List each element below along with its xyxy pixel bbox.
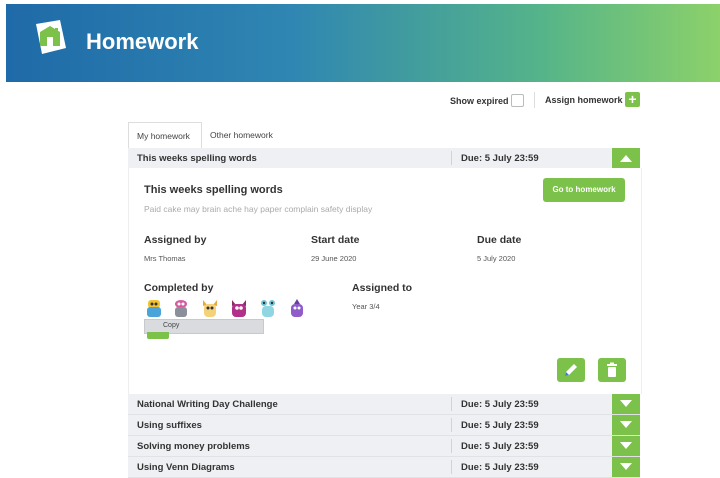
start-date-value: 29 June 2020 <box>311 254 357 263</box>
assigned-to-label: Assigned to <box>352 282 413 294</box>
chevron-down-icon <box>620 421 632 428</box>
homework-row[interactable]: National Writing Day Challenge Due: 5 Ju… <box>128 394 640 415</box>
homework-row[interactable]: Using Venn Diagrams Due: 5 July 23:59 <box>128 457 640 478</box>
due-date-label: Due date <box>477 234 522 246</box>
row-divider <box>451 397 452 411</box>
copy-button[interactable] <box>147 332 169 339</box>
assigned-by-value: Mrs Thomas <box>144 254 186 263</box>
expand-button[interactable] <box>612 415 640 435</box>
homework-due: Due: 5 July 23:59 <box>461 420 539 431</box>
toolbar-divider <box>534 92 535 108</box>
toolbar: Show expired Assign homework + <box>0 92 720 112</box>
due-date-value: 5 July 2020 <box>477 254 516 263</box>
homework-house-icon <box>36 20 66 54</box>
homework-title: Using suffixes <box>137 420 202 431</box>
pencil-icon <box>565 364 577 376</box>
monster-avatar[interactable] <box>287 298 307 320</box>
detail-title: This weeks spelling words <box>144 184 283 196</box>
chevron-down-icon <box>620 442 632 449</box>
expand-button[interactable] <box>612 436 640 456</box>
show-expired-label: Show expired <box>450 96 509 106</box>
tab-other-homework[interactable]: Other homework <box>202 122 281 148</box>
tab-bar: My homework Other homework <box>128 122 640 149</box>
delete-button[interactable] <box>598 358 626 382</box>
homework-panel: My homework Other homework This weeks sp… <box>128 122 642 478</box>
trash-icon <box>607 362 617 377</box>
chevron-down-icon <box>620 463 632 470</box>
app-header: Homework <box>6 4 720 82</box>
homework-title: Using Venn Diagrams <box>137 462 235 473</box>
row-divider <box>451 439 452 453</box>
homework-due: Due: 5 July 23:59 <box>461 399 539 410</box>
assigned-by-label: Assigned by <box>144 234 207 246</box>
homework-due: Due: 5 July 23:59 <box>461 441 539 452</box>
tab-my-homework[interactable]: My homework <box>128 122 202 149</box>
row-divider <box>451 460 452 474</box>
expand-button[interactable] <box>612 457 640 477</box>
homework-title: This weeks spelling words <box>137 153 257 164</box>
edit-button[interactable] <box>557 358 585 382</box>
expand-button[interactable] <box>612 394 640 414</box>
homework-row-expanded[interactable]: This weeks spelling words Due: 5 July 23… <box>128 148 640 169</box>
monster-avatar[interactable] <box>200 298 220 320</box>
copy-label: Copy <box>163 322 180 329</box>
monster-avatar[interactable] <box>144 298 164 320</box>
start-date-label: Start date <box>311 234 360 246</box>
monster-avatar[interactable] <box>171 298 191 320</box>
homework-title: National Writing Day Challenge <box>137 399 278 410</box>
show-expired-checkbox[interactable] <box>511 94 524 107</box>
homework-row[interactable]: Using suffixes Due: 5 July 23:59 <box>128 415 640 436</box>
completed-by-label: Completed by <box>144 282 214 294</box>
homework-row[interactable]: Solving money problems Due: 5 July 23:59 <box>128 436 640 457</box>
monster-avatar[interactable] <box>229 298 249 320</box>
homework-detail: This weeks spelling words Paid cake may … <box>128 168 642 394</box>
homework-due: Due: 5 July 23:59 <box>461 153 539 164</box>
detail-description: Paid cake may brain ache hay paper compl… <box>144 204 373 214</box>
row-divider <box>451 418 452 432</box>
go-to-homework-button[interactable]: Go to homework <box>543 178 625 202</box>
assign-homework-button[interactable]: + <box>625 92 640 107</box>
homework-due: Due: 5 July 23:59 <box>461 462 539 473</box>
app-title: Homework <box>86 29 199 54</box>
assign-homework-label[interactable]: Assign homework <box>545 95 623 105</box>
plus-icon: + <box>628 91 637 107</box>
chevron-up-icon <box>620 155 632 162</box>
assigned-to-value: Year 3/4 <box>352 302 380 311</box>
collapse-button[interactable] <box>612 148 640 168</box>
chevron-down-icon <box>620 400 632 407</box>
row-divider <box>451 151 452 165</box>
monster-avatar[interactable] <box>258 298 278 320</box>
homework-title: Solving money problems <box>137 441 250 452</box>
